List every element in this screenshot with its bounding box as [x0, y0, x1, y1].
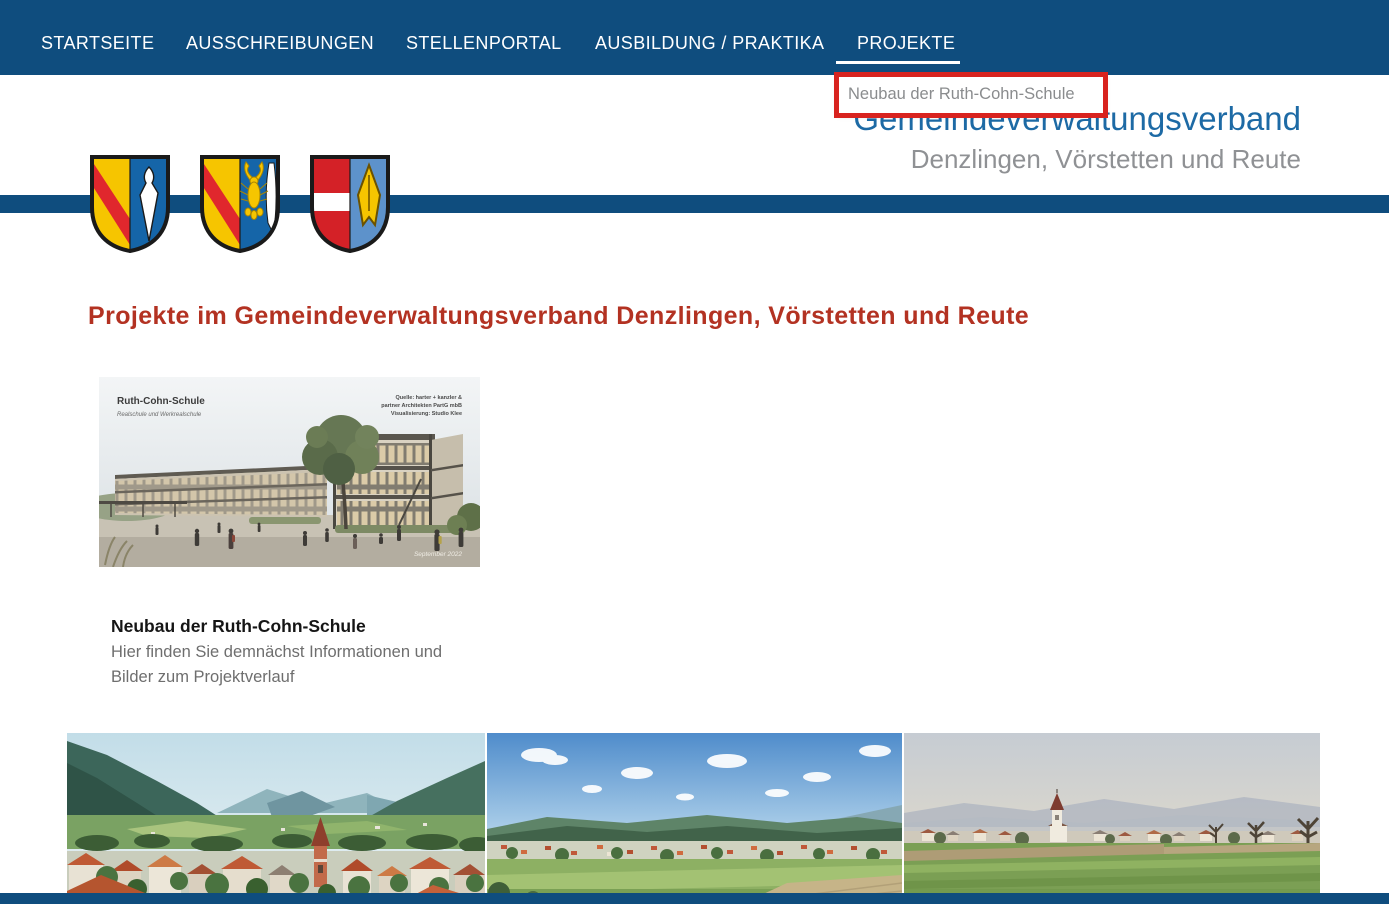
site-subtitle: Denzlingen, Vörstetten und Reute: [853, 142, 1301, 176]
photo-voerstetten: [487, 733, 902, 904]
image-caption-title: Ruth-Cohn-Schule: [117, 396, 205, 407]
nav-item-stellenportal[interactable]: STELLENPORTAL: [406, 30, 562, 56]
footer-bar: [0, 893, 1389, 904]
footer-photo-strip: [67, 733, 1320, 904]
page: STARTSEITE AUSSCHREIBUNGEN STELLENPORTAL…: [0, 0, 1389, 904]
photo-reute: [904, 733, 1320, 904]
photo-denzlingen: [67, 733, 485, 904]
crest-reute: [308, 153, 392, 255]
nav-item-startseite[interactable]: STARTSEITE: [41, 30, 154, 56]
active-tab-underline: [836, 61, 960, 64]
site-logo-crests: [88, 153, 392, 255]
image-credit-line2: partner Architekten PartG mbB: [381, 403, 462, 409]
main-navigation: STARTSEITE AUSSCHREIBUNGEN STELLENPORTAL…: [0, 0, 1389, 75]
page-title: Projekte im Gemeindeverwaltungsverband D…: [88, 302, 1029, 331]
dropdown-item-neubau-ruth-cohn-schule[interactable]: Neubau der Ruth-Cohn-Schule: [838, 75, 1104, 113]
image-credit-line3: Visualisierung: Studio Klee: [391, 411, 462, 417]
nav-item-ausschreibungen[interactable]: AUSSCHREIBUNGEN: [186, 30, 374, 56]
image-credit-line1: Quelle: harter + kanzler &: [396, 395, 463, 401]
projekte-dropdown-menu: Neubau der Ruth-Cohn-Schule: [838, 75, 1104, 113]
crest-voerstetten: [198, 153, 282, 255]
image-caption-subtitle: Realschule und Werkrealschule: [117, 412, 202, 418]
image-date-label: September 2022: [414, 551, 462, 558]
nav-item-projekte[interactable]: PROJEKTE: [857, 30, 955, 56]
project-card-description: Hier finden Sie demnächst Informationen …: [111, 640, 467, 689]
nav-item-ausbildung-praktika[interactable]: AUSBILDUNG / PRAKTIKA: [595, 30, 824, 56]
project-card-title[interactable]: Neubau der Ruth-Cohn-Schule: [111, 616, 366, 637]
crest-denzlingen: [88, 153, 172, 255]
project-image-ruth-cohn-schule[interactable]: Ruth-Cohn-Schule Realschule und Werkreal…: [99, 377, 480, 567]
